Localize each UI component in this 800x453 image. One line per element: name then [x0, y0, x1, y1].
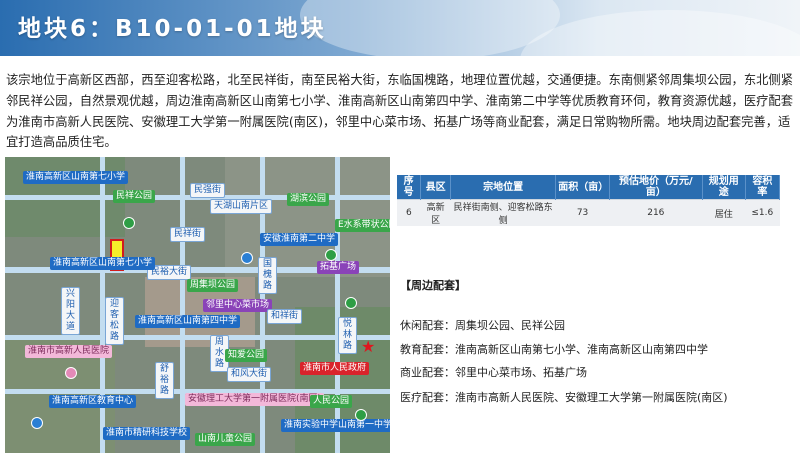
map-label-hefeng-street: 和风大街 — [227, 367, 272, 382]
map-label-tianhu: 天湖山南片区 — [210, 199, 273, 214]
table-header-row: 序号 县区 宗地位置 面积（亩） 预估地价（万元/亩） 规划用途 容积率 — [397, 175, 781, 200]
map-label-hospital: 淮南市高新人民医院 — [25, 345, 113, 358]
around-title: 【周边配套】 — [400, 279, 466, 292]
map-label-tuoji: 拓基广场 — [317, 261, 360, 274]
map-label-ertong-park: 山南儿童公园 — [195, 433, 256, 446]
map-label-renmin-park: 人民公园 — [310, 395, 353, 408]
table-header: 序号 — [397, 175, 422, 200]
map-label-anhui-school2: 安徽淮南第二中学 — [260, 233, 339, 246]
around-item-commerce: 商业配套：邻里中心菜市场、拓基广场 — [400, 364, 587, 380]
map-label-zhouji-park: 周集坝公园 — [187, 279, 239, 292]
map-label-minzhou-school: 淮南高新区山南第七小学 — [50, 257, 156, 270]
map-label-minqiang-street: 民强街 — [190, 183, 226, 198]
table-header: 规划用途 — [702, 175, 746, 200]
around-item-medical: 医疗配套：淮南市高新人民医院、安徽理工大学第一附属医院(南区) — [400, 389, 728, 405]
table-cell: 73 — [555, 199, 610, 226]
table-cell: 民祥街南侧、迎客松路东侧 — [450, 199, 556, 226]
table-row: 6 高新区 民祥街南侧、迎客松路东侧 73 216 居住 ≤1.6 — [397, 199, 780, 226]
around-item-education: 教育配套：淮南高新区山南第七小学、淮南高新区山南第四中学 — [400, 341, 708, 357]
map-label-jiaoyu: 淮南高新区教育中心 — [49, 395, 137, 408]
map-label-xingyang: 兴阳大道 — [61, 287, 80, 335]
map-label-anli-hospital: 安徽理工大学第一附属医院(南区) — [185, 393, 325, 406]
map-label-minxiang-street: 民祥街 — [170, 227, 206, 242]
park-pin-icon — [355, 409, 367, 421]
table-header: 容积率 — [745, 175, 781, 200]
gov-star-icon: ★ — [361, 337, 376, 356]
map-label-neighborhood: 邻里中心菜市场 — [203, 299, 273, 312]
header-banner: 地块6：B10-01-01地块 — [0, 0, 800, 56]
map-label-yuelin: 悦林路 — [338, 317, 357, 354]
map-label-e-park: E水系带状公园 — [335, 219, 390, 232]
around-item-label: 休闲配套： — [400, 319, 455, 332]
table-cell: 216 — [609, 199, 703, 226]
hospital-pin-icon — [65, 367, 77, 379]
map-label-yingkesong: 迎客松路 — [105, 297, 124, 345]
around-item-label: 商业配套： — [400, 366, 455, 379]
map-label-school4: 淮南高新区山南第四中学 — [135, 315, 241, 328]
table-header: 宗地位置 — [450, 175, 557, 200]
around-item-label: 教育配套： — [400, 343, 455, 356]
map-label-shiyan: 淮南实验中学山南第一中学(高分校区) — [281, 419, 390, 432]
park-pin-icon — [345, 297, 357, 309]
table-header: 面积（亩） — [555, 175, 610, 200]
around-item-value: 淮南高新区山南第七小学、淮南高新区山南第四中学 — [455, 343, 708, 356]
map-label-school7: 淮南高新区山南第七小学 — [23, 171, 129, 184]
around-item-value: 邻里中心菜市场、拓基广场 — [455, 366, 587, 379]
school-pin-icon — [31, 417, 43, 429]
map-label-shuyu: 舒裕路 — [155, 362, 174, 399]
table-cell: 高新区 — [420, 199, 451, 226]
table-header: 县区 — [420, 175, 452, 200]
table-cell: 居住 — [702, 199, 746, 226]
map-label-gov: 淮南市人民政府 — [300, 362, 370, 375]
parcel-info-table: 序号 县区 宗地位置 面积（亩） 预估地价（万元/亩） 规划用途 容积率 6 高… — [397, 175, 781, 226]
parcel-description: 该宗地位于高新区西部，西至迎客松路，北至民祥街，南至民裕大街，东临国槐路，地理位… — [6, 73, 794, 150]
table-cell: 6 — [397, 199, 421, 226]
around-item-label: 医疗配套： — [400, 391, 455, 404]
table-cell: ≤1.6 — [745, 199, 780, 226]
around-item-value: 淮南市高新人民医院、安徽理工大学第一附属医院(南区) — [455, 391, 728, 404]
park-pin-icon — [123, 217, 135, 229]
around-item-leisure: 休闲配套：周集坝公园、民祥公园 — [400, 317, 565, 333]
map-label-minxiang-park: 民祥公园 — [113, 190, 156, 203]
map-label-hexiang-street: 和祥街 — [267, 309, 303, 324]
map-label-lakeside-park: 湖滨公园 — [287, 193, 330, 206]
around-item-value: 周集坝公园、民祥公园 — [455, 319, 565, 332]
page-title: 地块6：B10-01-01地块 — [18, 16, 327, 42]
location-map: 淮南高新区山南第七小学 民祥公园 民强街 天湖山南片区 湖滨公园 民祥街 安徽淮… — [5, 157, 390, 453]
map-label-guohuai-road: 国槐路 — [258, 257, 277, 294]
map-label-zhiai-park: 知爱公园 — [225, 349, 268, 362]
map-label-science-school: 淮南市精研科技学校 — [103, 427, 191, 440]
school-pin-icon — [241, 252, 253, 264]
park-pin-icon — [325, 249, 337, 261]
table-header: 预估地价（万元/亩） — [609, 175, 703, 200]
